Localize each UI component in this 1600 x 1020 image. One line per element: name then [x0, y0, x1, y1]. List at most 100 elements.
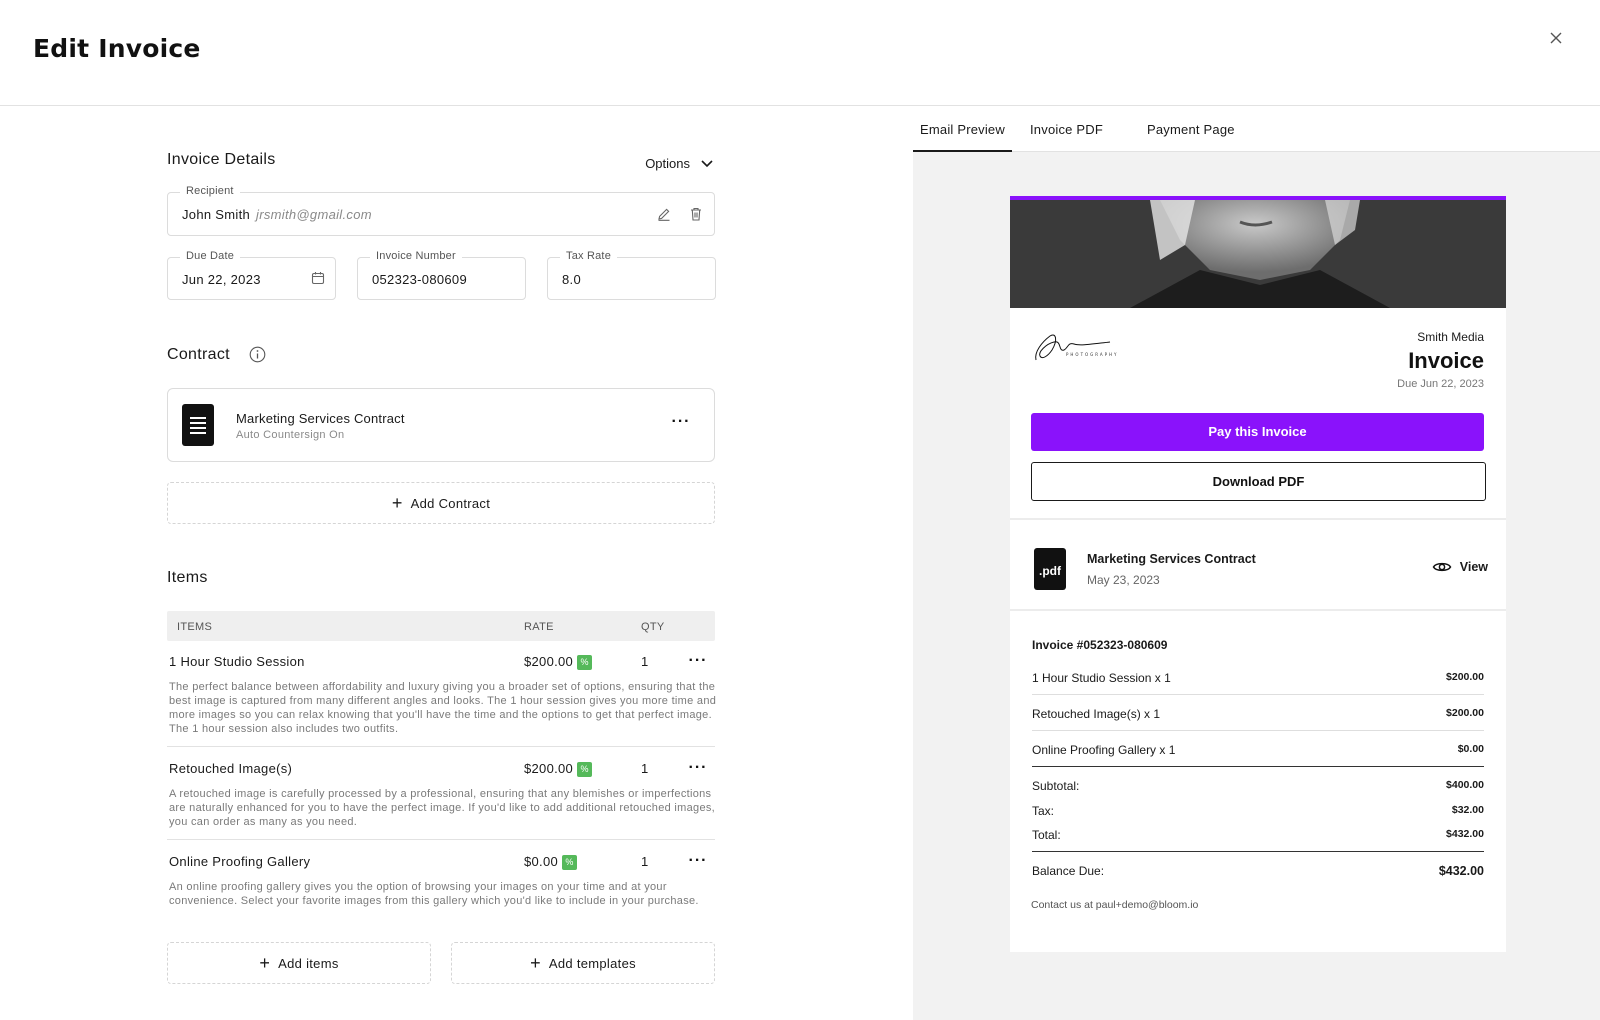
- pay-invoice-button[interactable]: Pay this Invoice: [1031, 413, 1484, 451]
- line-amount: $0.00: [1457, 743, 1484, 755]
- close-icon[interactable]: [1546, 28, 1566, 48]
- item-rate: $200.00%: [524, 761, 593, 778]
- invoice-heading: Invoice: [1408, 348, 1484, 373]
- invoice-number-field[interactable]: Invoice Number 052323-080609: [357, 250, 526, 300]
- item-rate-value: $200.00: [524, 761, 574, 776]
- eye-icon: [1432, 562, 1452, 572]
- line-amount: $200.00: [1446, 671, 1484, 683]
- column-rate: RATE: [524, 621, 554, 633]
- svg-text:PHOTOGRAPHY: PHOTOGRAPHY: [1066, 352, 1118, 357]
- recipient-field[interactable]: Recipient John Smith jrsmith@gmail.com: [167, 185, 715, 236]
- invoice-number-label: Invoice Number: [370, 250, 462, 262]
- add-items-button[interactable]: + Add items: [167, 942, 431, 984]
- item-rate-value: $200.00: [524, 654, 574, 669]
- preview-contract-date: May 23, 2023: [1087, 573, 1160, 587]
- line-divider: [1032, 694, 1484, 695]
- plus-icon: +: [530, 953, 541, 973]
- add-contract-label: Add Contract: [410, 495, 491, 511]
- tax-rate-value: 8.0: [562, 272, 581, 287]
- recipient-name: John Smith: [182, 207, 251, 222]
- info-icon[interactable]: [249, 346, 266, 363]
- add-contract-button[interactable]: + Add Contract: [167, 482, 715, 524]
- tab-email-preview[interactable]: Email Preview: [913, 122, 1012, 152]
- invoice-number-value: 052323-080609: [372, 272, 467, 287]
- column-qty: QTY: [641, 621, 665, 633]
- download-pdf-button[interactable]: Download PDF: [1031, 462, 1486, 501]
- options-button[interactable]: Options: [645, 156, 714, 171]
- table-row[interactable]: Online Proofing Gallery $0.00% 1 ··· An …: [167, 853, 727, 910]
- item-rate: $0.00%: [524, 854, 578, 871]
- balance-amount: $432.00: [1438, 864, 1484, 878]
- subtotal-label: Subtotal:: [1032, 779, 1080, 793]
- invoice-details-title: Invoice Details: [167, 151, 276, 168]
- items-title: Items: [167, 569, 208, 586]
- item-description: An online proofing gallery gives you the…: [169, 881, 699, 907]
- tax-rate-field[interactable]: Tax Rate 8.0: [547, 250, 716, 300]
- portrait-image: [1010, 200, 1506, 308]
- tab-payment-page[interactable]: Payment Page: [1147, 122, 1235, 152]
- line-label: Online Proofing Gallery x 1: [1032, 743, 1176, 757]
- chevron-down-icon: [701, 159, 713, 167]
- recipient-label: Recipient: [180, 185, 240, 197]
- balance-label: Balance Due:: [1032, 864, 1105, 878]
- tax-rate-label: Tax Rate: [560, 250, 618, 262]
- discount-badge[interactable]: %: [577, 762, 593, 778]
- line-amount: $200.00: [1446, 707, 1484, 719]
- due-date-label: Due Date: [180, 250, 241, 262]
- view-label: View: [1459, 560, 1488, 574]
- item-description: The perfect balance between affordabilit…: [169, 681, 717, 735]
- discount-badge[interactable]: %: [577, 655, 593, 671]
- table-row[interactable]: Retouched Image(s) $200.00% 1 ··· A reto…: [167, 760, 727, 831]
- page-title: Edit Invoice: [33, 34, 201, 63]
- section-divider: [1010, 518, 1506, 520]
- edit-icon[interactable]: [656, 206, 672, 222]
- document-icon: [182, 404, 214, 446]
- contract-name: Marketing Services Contract: [236, 411, 405, 426]
- due-date-value: Jun 22, 2023: [182, 272, 261, 287]
- item-more-icon[interactable]: ···: [687, 760, 709, 777]
- line-label: Retouched Image(s) x 1: [1032, 707, 1161, 721]
- item-qty: 1: [641, 654, 649, 669]
- items-table-header: ITEMS RATE QTY: [167, 611, 715, 641]
- item-qty: 1: [641, 761, 649, 776]
- trash-icon[interactable]: [688, 206, 704, 222]
- line-label: 1 Hour Studio Session x 1: [1032, 671, 1171, 685]
- due-date-field[interactable]: Due Date Jun 22, 2023: [167, 250, 336, 300]
- total-amount: $432.00: [1446, 828, 1484, 840]
- tax-amount: $32.00: [1451, 804, 1484, 816]
- item-description: A retouched image is carefully processed…: [169, 788, 716, 828]
- tax-label: Tax:: [1032, 804, 1055, 818]
- preview-panel: Email Preview Invoice PDF Payment Page P…: [913, 106, 1600, 1020]
- section-divider: [1010, 609, 1506, 611]
- item-rate-value: $0.00: [524, 854, 559, 869]
- view-contract-button[interactable]: View: [1432, 560, 1488, 574]
- preview-tabs: Email Preview Invoice PDF Payment Page: [913, 106, 1600, 152]
- invoice-due-date: Due Jun 22, 2023: [1397, 378, 1484, 390]
- balance-divider: [1032, 851, 1484, 852]
- item-name: Online Proofing Gallery: [169, 854, 311, 869]
- options-label: Options: [645, 156, 690, 171]
- company-name: Smith Media: [1417, 330, 1484, 344]
- contract-subtitle: Auto Countersign On: [236, 429, 345, 441]
- column-items: ITEMS: [177, 621, 213, 633]
- add-templates-button[interactable]: + Add templates: [451, 942, 715, 984]
- item-qty: 1: [641, 854, 649, 869]
- tab-invoice-pdf[interactable]: Invoice PDF: [1030, 122, 1103, 152]
- item-more-icon[interactable]: ···: [687, 653, 709, 670]
- contract-title: Contract: [167, 346, 230, 363]
- contract-card[interactable]: Marketing Services Contract Auto Counter…: [167, 388, 715, 462]
- item-more-icon[interactable]: ···: [687, 853, 709, 870]
- preview-invoice-number: Invoice #052323-080609: [1032, 638, 1168, 652]
- plus-icon: +: [259, 953, 271, 973]
- discount-badge[interactable]: %: [562, 855, 578, 871]
- item-name: Retouched Image(s): [169, 761, 293, 776]
- add-items-label: Add items: [278, 955, 339, 971]
- calendar-icon[interactable]: [311, 271, 325, 285]
- email-preview-card: PHOTOGRAPHY Smith Media Invoice Due Jun …: [1010, 196, 1506, 952]
- recipient-value: John Smith jrsmith@gmail.com: [182, 207, 372, 222]
- contract-more-icon[interactable]: ···: [670, 414, 692, 431]
- hero-image: [1010, 200, 1506, 308]
- contact-text: Contact us at paul+demo@bloom.io: [1031, 899, 1199, 911]
- table-row[interactable]: 1 Hour Studio Session $200.00% 1 ··· The…: [167, 653, 727, 738]
- total-label: Total:: [1032, 828, 1061, 842]
